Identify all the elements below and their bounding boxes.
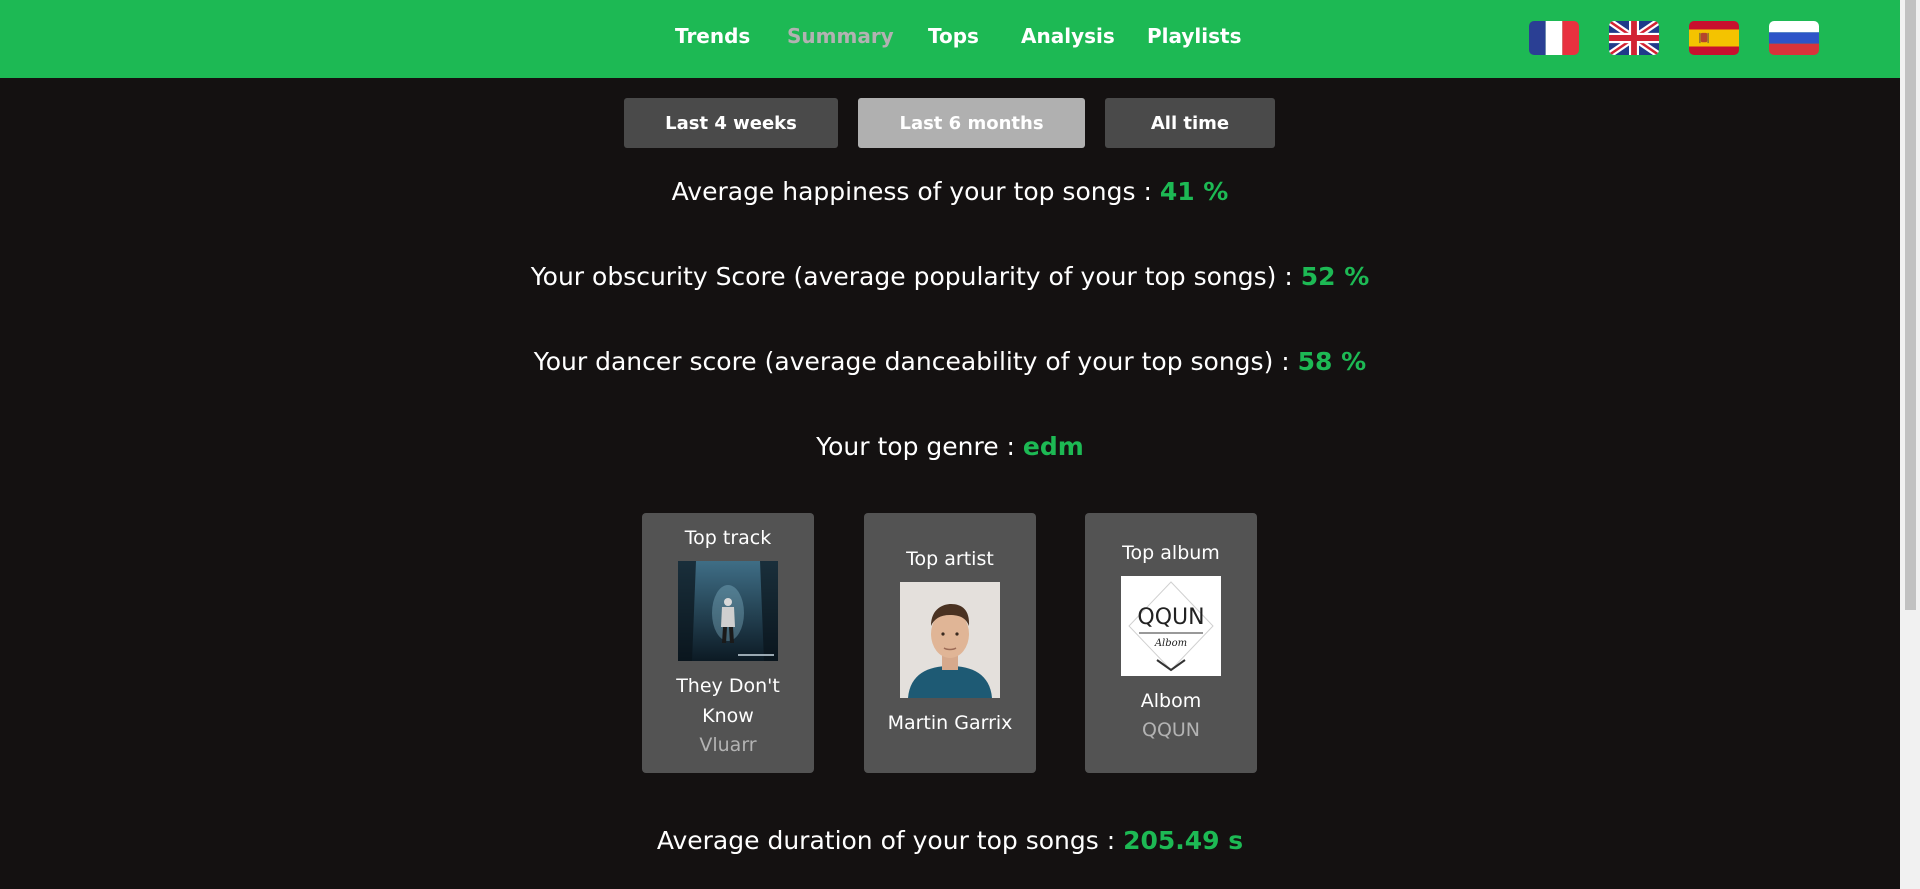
last-4-weeks-button[interactable]: Last 4 weeks xyxy=(624,98,838,148)
france-flag-icon[interactable] xyxy=(1529,21,1579,55)
nav-link-summary[interactable]: Summary xyxy=(787,24,894,48)
obscurity-stat: Your obscurity Score (average popularity… xyxy=(0,262,1900,291)
spain-flag-icon[interactable] xyxy=(1689,21,1739,55)
top-album-card[interactable]: Top album QQUN Albom Albom QQUN xyxy=(1085,513,1257,773)
obscurity-label: Your obscurity Score (average popularity… xyxy=(530,262,1301,291)
top-track-title: Top track xyxy=(684,527,772,549)
top-artist-name: Martin Garrix xyxy=(887,712,1013,734)
happiness-label: Average happiness of your top songs : xyxy=(671,177,1160,206)
album-cover-subtitle: Albom xyxy=(1154,638,1187,649)
top-track-name: They Don't Know xyxy=(676,675,780,727)
scrollbar-thumb[interactable] xyxy=(1905,0,1916,610)
top-track-card[interactable]: Top track They Don't Know Vluarr xyxy=(642,513,814,773)
duration-stat: Average duration of your top songs : 205… xyxy=(0,826,1900,855)
nav-link-playlists[interactable]: Playlists xyxy=(1147,24,1242,48)
obscurity-value: 52 % xyxy=(1300,262,1370,291)
happiness-value: 41 % xyxy=(1159,177,1229,206)
top-artist-title: Top artist xyxy=(906,548,994,570)
last-6-months-button[interactable]: Last 6 months xyxy=(858,98,1085,148)
dancer-label: Your dancer score (average danceability … xyxy=(533,347,1298,376)
happiness-stat: Average happiness of your top songs : 41… xyxy=(0,177,1900,206)
album-cover-title: QQUN xyxy=(1137,605,1204,630)
top-genre-stat: Your top genre : edm xyxy=(0,432,1900,461)
all-time-button[interactable]: All time xyxy=(1105,98,1275,148)
nav-link-tops[interactable]: Tops xyxy=(928,24,979,48)
dancer-stat: Your dancer score (average danceability … xyxy=(0,347,1900,376)
page-scrollbar[interactable] xyxy=(1900,0,1920,889)
duration-label: Average duration of your top songs : xyxy=(656,826,1124,855)
nav-link-trends[interactable]: Trends xyxy=(675,24,750,48)
dancer-value: 58 % xyxy=(1297,347,1367,376)
uk-flag-icon[interactable] xyxy=(1609,21,1659,55)
album-cover-image: QQUN Albom xyxy=(1121,576,1221,676)
genre-label: Your top genre : xyxy=(816,432,1023,461)
track-cover-image xyxy=(678,561,778,661)
russia-flag-icon[interactable] xyxy=(1769,21,1819,55)
top-artist-card[interactable]: Top artist Martin Garrix xyxy=(864,513,1036,773)
artist-photo xyxy=(900,582,1000,698)
top-track-artist: Vluarr xyxy=(699,734,757,756)
top-album-name: Albom xyxy=(1140,690,1202,712)
genre-value: edm xyxy=(1022,432,1084,461)
duration-value: 205.49 s xyxy=(1123,826,1244,855)
top-navbar: Trends Summary Tops Analysis Playlists xyxy=(0,0,1900,78)
top-album-title: Top album xyxy=(1122,542,1220,564)
nav-link-analysis[interactable]: Analysis xyxy=(1021,24,1115,48)
top-album-artist: QQUN xyxy=(1141,719,1201,741)
